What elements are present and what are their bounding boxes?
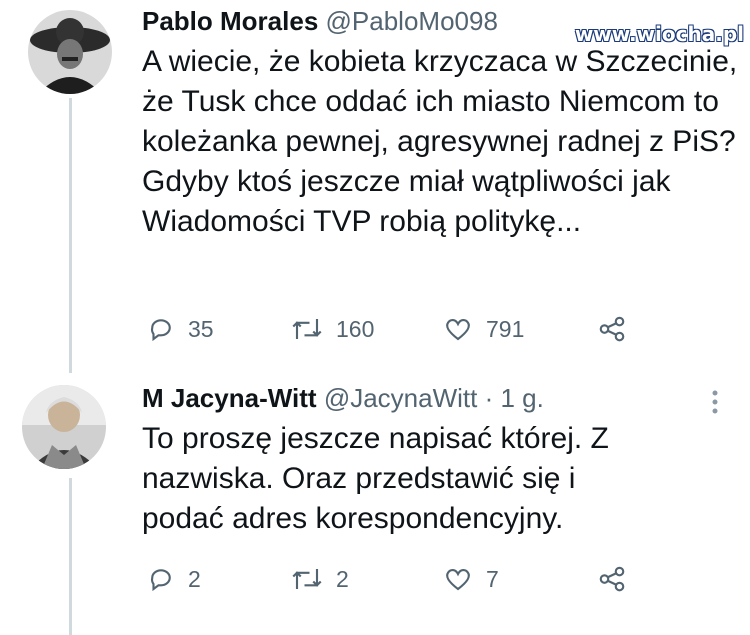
- share-button-2[interactable]: [596, 564, 628, 594]
- avatar[interactable]: [28, 10, 112, 94]
- like-count: 791: [486, 315, 525, 342]
- avatar-2[interactable]: [22, 385, 106, 469]
- author-name-2[interactable]: M Jacyna-Witt: [142, 383, 317, 413]
- retweet-icon: [292, 319, 322, 339]
- tweet-header-2: M Jacyna-Witt @JacynaWitt · 1 g.: [142, 383, 742, 413]
- tweet-text: A wiecie, że kobieta krzyczaca w Szczeci…: [142, 45, 738, 238]
- author-handle-2[interactable]: @JacynaWitt · 1 g.: [324, 383, 544, 413]
- thread-line: [69, 98, 72, 373]
- retweet-icon-2: [292, 569, 322, 589]
- retweet-button-2[interactable]: 2: [290, 564, 349, 594]
- share-icon-2: [599, 566, 625, 592]
- retweet-count: 160: [336, 315, 375, 342]
- retweet-button[interactable]: 160: [290, 314, 374, 344]
- tweet-text-2: To proszę jeszcze napisać której. Z nazw…: [142, 422, 609, 535]
- more-icon: [712, 390, 718, 414]
- reply-icon: [150, 319, 171, 342]
- like-icon: [446, 319, 470, 341]
- reply-button[interactable]: 35: [146, 314, 214, 344]
- reply-icon-2: [150, 569, 171, 592]
- retweet-count-2: 2: [336, 565, 349, 592]
- share-icon: [599, 316, 625, 342]
- like-button[interactable]: 791: [442, 314, 524, 344]
- like-count-2: 7: [486, 565, 499, 592]
- author-name[interactable]: Pablo Morales: [142, 6, 318, 36]
- thread-line-2: [69, 478, 72, 635]
- watermark: www.wiocha.pl: [574, 22, 744, 46]
- reply-count-2: 2: [188, 565, 201, 592]
- tweet-2[interactable]: M Jacyna-Witt @JacynaWitt · 1 g. To pros…: [142, 383, 742, 539]
- reply-count: 35: [188, 315, 214, 342]
- like-icon-2: [446, 569, 470, 591]
- like-button-2[interactable]: 7: [442, 564, 499, 594]
- more-button[interactable]: [708, 388, 722, 421]
- reply-button-2[interactable]: 2: [146, 564, 201, 594]
- author-handle[interactable]: @PabloMo098: [326, 6, 498, 36]
- share-button[interactable]: [596, 314, 628, 344]
